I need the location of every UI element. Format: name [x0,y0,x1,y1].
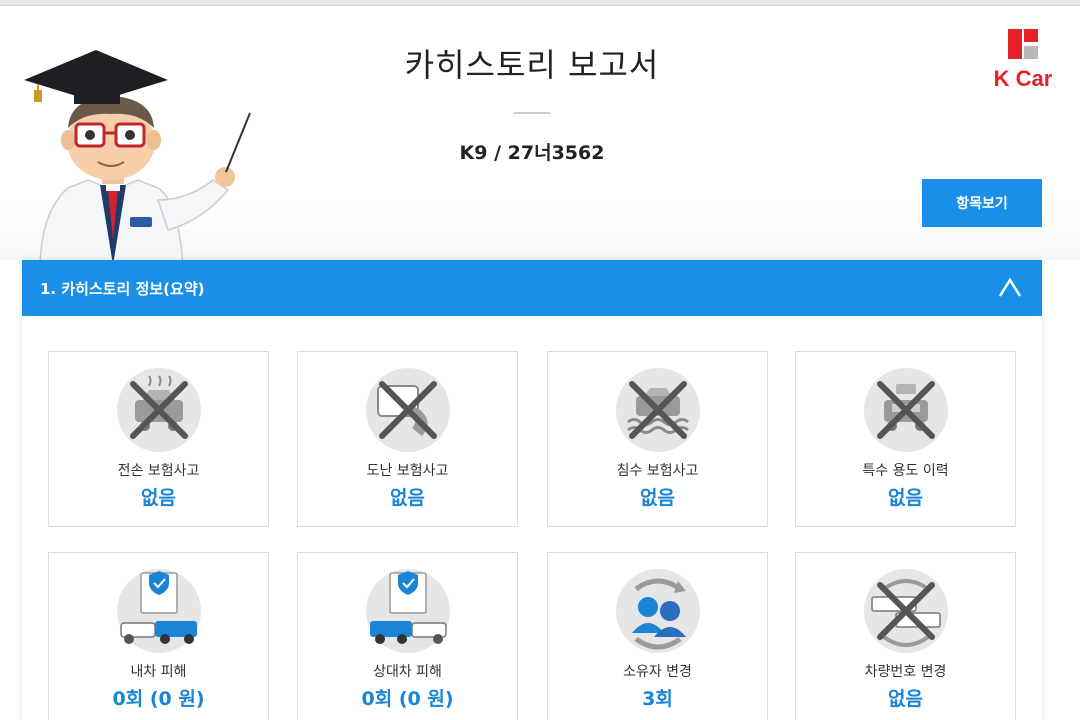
card-value: 없음 [141,487,176,509]
card-my-car-damage: 내차 피해 0회 (0 원) [48,552,269,720]
card-theft: 도난 보험사고 없음 [297,351,518,527]
card-value: 3회 [642,688,673,710]
card-value: 없음 [888,487,923,509]
theft-crossed-icon [366,368,450,452]
summary-panel-header[interactable]: 1. 카히스토리 정보(요약) [22,260,1042,316]
card-label: 차량번호 변경 [864,664,947,680]
kcar-logo-text: K Car [993,66,1053,91]
plate-change-crossed-icon [864,569,948,653]
card-label: 내차 피해 [130,664,187,680]
card-label: 도난 보험사고 [366,463,449,479]
card-label: 침수 보험사고 [616,463,699,479]
kcar-logo-icon [1008,29,1038,59]
card-label: 상대차 피해 [373,664,442,680]
card-value: 없음 [888,688,923,710]
summary-panel: 1. 카히스토리 정보(요약) 전손 보험사고 없음 도난 보험사고 없음 침수… [22,260,1042,720]
card-flood: 침수 보험사고 없음 [547,351,768,527]
card-special-use: 특수 용도 이력 없음 [795,351,1016,527]
card-plate-change: 차량번호 변경 없음 [795,552,1016,720]
card-value: 없음 [640,487,675,509]
chevron-up-icon[interactable] [997,276,1023,300]
car-identifier: K9 / 27너3562 [459,142,605,164]
view-items-button[interactable]: 항목보기 [922,179,1042,227]
card-value: 없음 [390,487,425,509]
special-use-crossed-icon [864,368,948,452]
total-loss-crossed-icon [117,368,201,452]
card-label: 전손 보험사고 [117,463,200,479]
kcar-logo: K Car [990,26,1060,96]
card-label: 소유자 변경 [623,664,692,680]
card-total-loss: 전손 보험사고 없음 [48,351,269,527]
card-other-car-damage: 상대차 피해 0회 (0 원) [297,552,518,720]
card-label: 특수 용도 이력 [862,463,949,479]
other-car-damage-icon [366,569,450,653]
my-car-damage-icon [117,569,201,653]
top-rule [0,0,1080,6]
flood-crossed-icon [616,368,700,452]
title-divider [514,112,550,114]
page-title: 카히스토리 보고서 [404,46,660,84]
card-value: 0회 (0 원) [112,688,205,710]
owner-change-icon [616,569,700,653]
card-owner-change: 소유자 변경 3회 [547,552,768,720]
card-value: 0회 (0 원) [361,688,454,710]
summary-panel-title: 1. 카히스토리 정보(요약) [40,280,205,298]
